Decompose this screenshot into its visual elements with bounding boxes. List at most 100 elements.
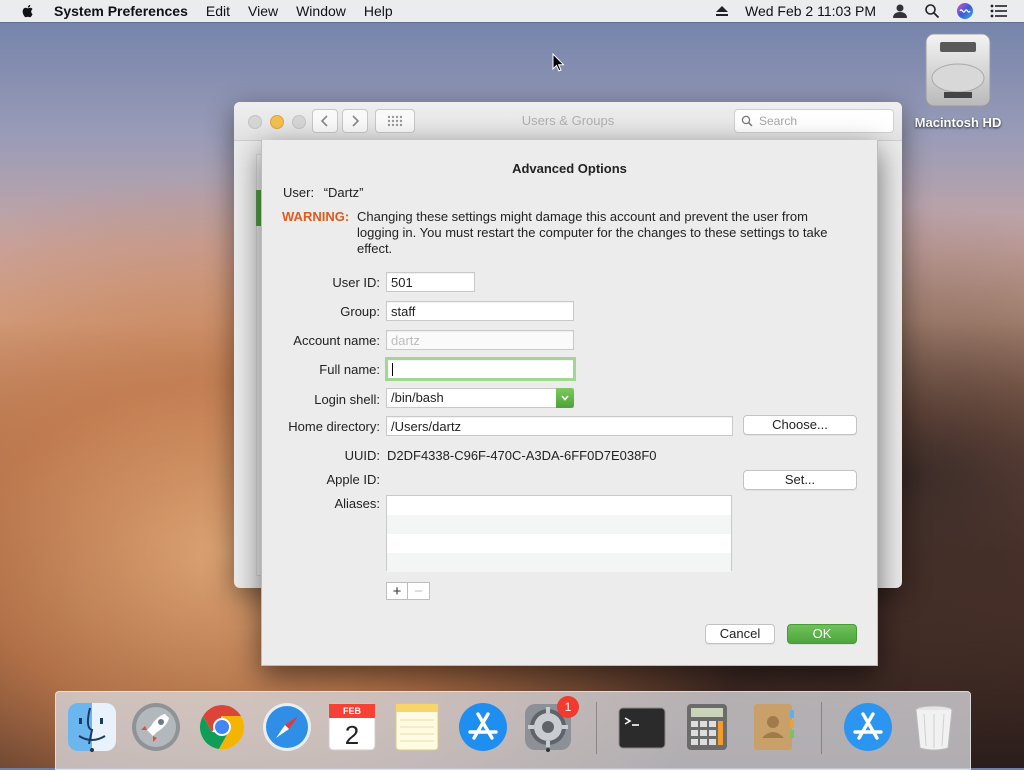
list-row [387, 515, 731, 534]
siri-icon[interactable] [956, 2, 974, 20]
account-name-row: Account name: [262, 329, 380, 351]
dock-finder[interactable] [65, 700, 119, 754]
aliases-label: Aliases: [334, 495, 380, 511]
dock-calculator[interactable] [680, 700, 734, 754]
user-id-field[interactable]: 501 [386, 272, 475, 292]
apple-id-label: Apple ID: [326, 471, 380, 487]
chevron-down-icon [556, 388, 574, 408]
user-id-label: User ID: [332, 274, 380, 290]
dock-contacts[interactable] [746, 700, 800, 754]
user-id-row: User ID: [262, 271, 380, 293]
spotlight-search-icon[interactable] [924, 3, 940, 19]
choose-button[interactable]: Choose... [743, 415, 857, 435]
uuid-label: UUID: [344, 447, 380, 463]
user-label: User: [283, 185, 315, 200]
dock-separator [821, 702, 822, 754]
text-caret [392, 363, 393, 377]
notes-icon [395, 703, 439, 751]
list-row [387, 496, 731, 515]
login-shell-label: Login shell: [314, 391, 380, 407]
calculator-icon [687, 704, 727, 750]
dock-chrome[interactable] [195, 700, 249, 754]
search-field[interactable]: Search [734, 109, 894, 133]
dock-app-store-downloads[interactable] [841, 700, 895, 754]
dock: FEB 2 1 [55, 691, 971, 770]
dock-terminal[interactable] [615, 700, 669, 754]
search-icon [741, 115, 753, 127]
hard-disk-icon [925, 33, 991, 107]
group-field[interactable]: staff [386, 301, 574, 321]
notification-center-icon[interactable] [990, 4, 1008, 18]
menu-help[interactable]: Help [364, 3, 393, 19]
menu-view[interactable]: View [248, 3, 278, 19]
list-row [387, 553, 731, 572]
apple-menu-icon[interactable] [20, 3, 36, 19]
contacts-book-icon [754, 704, 794, 750]
launchpad-rocket-icon [132, 703, 180, 751]
set-apple-id-button[interactable]: Set... [743, 470, 857, 490]
app-store-folder-icon [844, 703, 892, 751]
login-shell-value: /bin/bash [391, 390, 444, 405]
remove-alias-button[interactable]: − [408, 582, 430, 600]
advanced-options-sheet: Advanced Options User: “Dartz” WARNING: … [261, 140, 878, 666]
dock-system-preferences[interactable]: 1 [521, 696, 579, 754]
macintosh-hd-desktop-icon[interactable]: Macintosh HD [912, 30, 1004, 130]
user-icon[interactable] [892, 3, 908, 19]
user-line: User: “Dartz” [283, 185, 363, 200]
list-row [387, 534, 731, 553]
desktop-icon-label: Macintosh HD [914, 115, 1002, 130]
calendar-day: 2 [344, 720, 360, 750]
dock-safari[interactable] [260, 700, 314, 754]
window-titlebar: Users & Groups Search [234, 102, 902, 141]
finder-icon [68, 703, 116, 751]
cancel-button[interactable]: Cancel [705, 624, 775, 644]
sheet-title: Advanced Options [512, 161, 627, 176]
account-name-field: dartz [386, 330, 574, 350]
uuid-row: UUID: [262, 444, 380, 466]
dock-launchpad[interactable] [129, 700, 183, 754]
calendar-month: FEB [343, 706, 361, 716]
home-directory-label: Home directory: [288, 418, 380, 434]
menu-app-name[interactable]: System Preferences [54, 3, 188, 19]
dock-trash[interactable] [907, 700, 961, 754]
menu-clock[interactable]: Wed Feb 2 11:03 PM [745, 3, 876, 19]
running-indicator [90, 748, 94, 752]
add-alias-button[interactable]: + [386, 582, 408, 600]
full-name-row: Full name: [262, 358, 380, 380]
group-row: Group: [262, 300, 380, 322]
chrome-icon [199, 705, 245, 750]
warning-text: Changing these settings might damage thi… [357, 209, 828, 256]
aliases-row: Aliases: [262, 492, 380, 514]
ok-button[interactable]: OK [787, 624, 857, 644]
menu-edit[interactable]: Edit [206, 3, 230, 19]
menu-bar: System Preferences Edit View Window Help… [0, 0, 1024, 22]
dock-calendar[interactable]: FEB 2 [325, 700, 379, 754]
full-name-label: Full name: [319, 361, 380, 377]
account-name-label: Account name: [293, 332, 380, 348]
uuid-value: D2DF4338-C96F-470C-A3DA-6FF0D7E038F0 [387, 448, 657, 463]
warning-label: WARNING: [282, 209, 350, 224]
app-store-icon [459, 703, 507, 751]
eject-icon[interactable] [715, 5, 729, 17]
aliases-add-remove: + − [386, 582, 430, 600]
user-value: “Dartz” [323, 185, 364, 200]
notification-badge: 1 [557, 696, 579, 718]
home-directory-row: Home directory: [262, 415, 380, 437]
mouse-pointer-icon [552, 53, 565, 72]
dock-app-store[interactable] [456, 700, 510, 754]
dock-separator [596, 702, 597, 754]
search-placeholder: Search [759, 114, 798, 128]
dock-notes[interactable] [390, 700, 444, 754]
login-shell-select[interactable]: /bin/bash [386, 388, 574, 408]
home-directory-field[interactable]: /Users/dartz [386, 416, 733, 436]
group-label: Group: [340, 303, 380, 319]
login-shell-row: Login shell: [262, 388, 380, 410]
terminal-icon [618, 707, 666, 749]
full-name-field[interactable] [385, 357, 576, 381]
apple-id-row: Apple ID: [262, 468, 380, 490]
aliases-list[interactable] [386, 495, 732, 572]
safari-compass-icon [263, 703, 311, 751]
menu-window[interactable]: Window [296, 3, 346, 19]
trash-icon [915, 705, 953, 751]
running-indicator [546, 748, 550, 752]
